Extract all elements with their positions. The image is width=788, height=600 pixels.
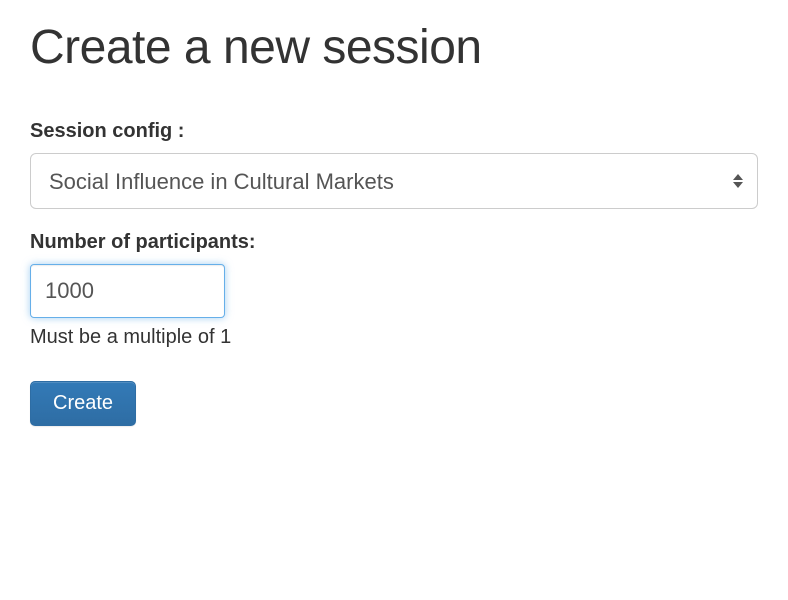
create-button[interactable]: Create [30, 381, 136, 426]
participants-help-text: Must be a multiple of 1 [30, 326, 758, 349]
participants-group: Number of participants: Must be a multip… [30, 231, 758, 349]
session-config-label: Session config : [30, 120, 758, 143]
session-config-select[interactable]: Social Influence in Cultural Markets [30, 153, 758, 209]
participants-input[interactable] [30, 264, 225, 318]
session-config-group: Session config : Social Influence in Cul… [30, 120, 758, 209]
session-config-select-wrapper: Social Influence in Cultural Markets [30, 153, 758, 209]
participants-label: Number of participants: [30, 231, 758, 254]
page-title: Create a new session [30, 20, 758, 75]
